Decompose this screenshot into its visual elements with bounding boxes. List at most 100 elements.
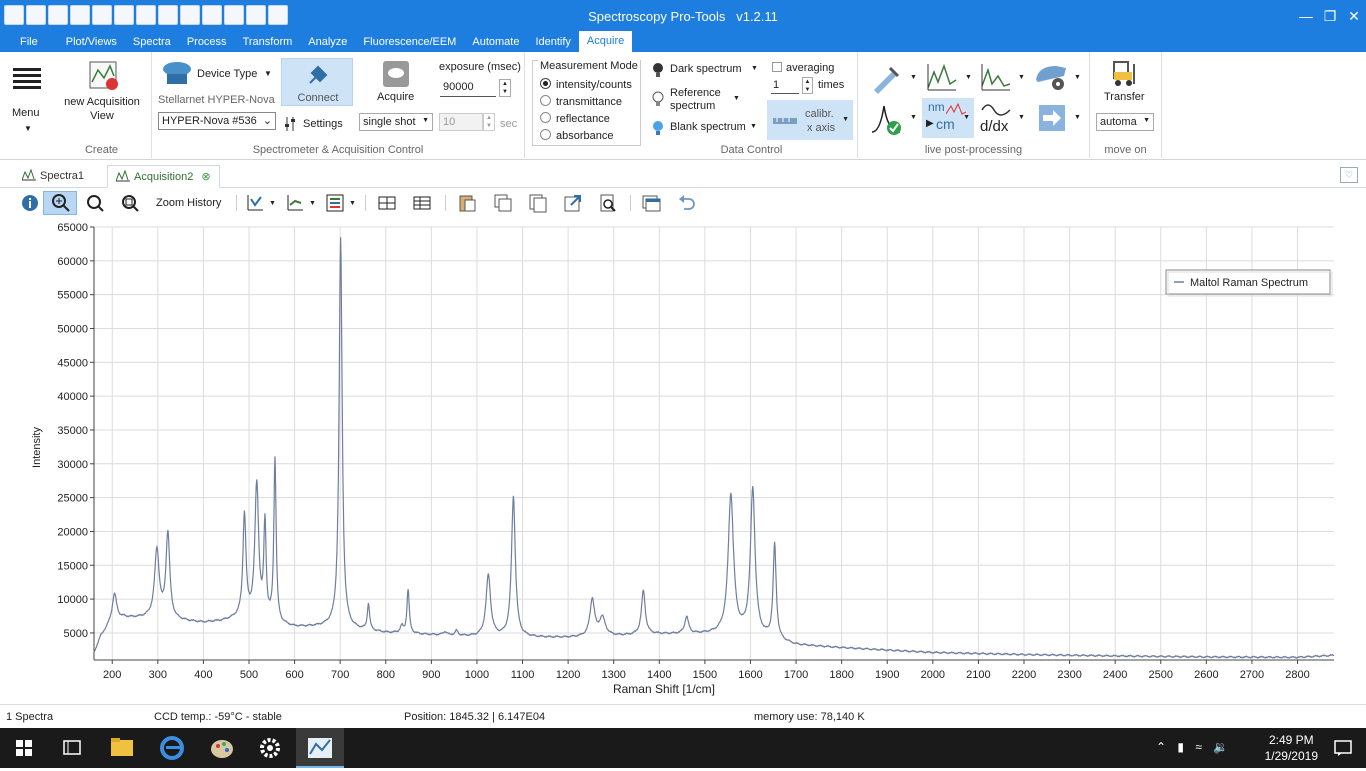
exposure-spinner[interactable]: ▲ ▼ bbox=[499, 79, 511, 97]
undo-icon[interactable] bbox=[676, 193, 696, 213]
transfer-mode-select[interactable]: automa ▼ bbox=[1096, 113, 1154, 131]
chevron-down-icon[interactable]: ▼ bbox=[751, 65, 758, 72]
spectrum-chart[interactable]: 200 300 400 500 600 700 800 900 1000 1100 1200 1300… bbox=[0, 217, 1366, 704]
zoom-fit-icon[interactable] bbox=[120, 193, 140, 213]
new-view-icon[interactable] bbox=[88, 60, 120, 92]
tab-acquisition2[interactable]: Acquisition2 ⊗ bbox=[107, 165, 220, 188]
wifi-icon[interactable]: ≈ bbox=[1195, 740, 1202, 754]
paint-button[interactable] bbox=[198, 728, 246, 768]
averaging-input[interactable]: 1 bbox=[771, 78, 799, 94]
spectroscopy-app-button[interactable] bbox=[296, 728, 344, 768]
chevron-down-icon[interactable]: ▼ bbox=[733, 95, 740, 102]
dark-spectrum-button[interactable]: Dark spectrum bbox=[670, 63, 742, 75]
radio-reflectance[interactable]: reflectance bbox=[540, 112, 610, 125]
menu-acquire[interactable]: Acquire bbox=[578, 31, 633, 52]
calibrate-x-axis-button[interactable]: calibr. x axis ▼ bbox=[767, 100, 853, 140]
task-view-button[interactable] bbox=[48, 728, 96, 768]
shot-mode-select[interactable]: single shot ▼ bbox=[359, 113, 433, 131]
clock[interactable]: 2:49 PM 1/29/2019 bbox=[1265, 732, 1318, 764]
axis-y-icon[interactable] bbox=[245, 193, 265, 213]
battery-icon[interactable]: ▮ bbox=[1177, 740, 1184, 754]
device-type-button[interactable]: Device Type bbox=[197, 68, 257, 80]
radio-transmittance[interactable]: transmittance bbox=[540, 95, 622, 108]
menu-button-label[interactable]: Menu bbox=[12, 107, 40, 119]
chevron-down-icon[interactable]: ▼ bbox=[24, 124, 32, 133]
forklift-icon[interactable] bbox=[1110, 58, 1140, 88]
spectrum-baseline-icon[interactable] bbox=[980, 62, 1012, 92]
instrument-gear-icon[interactable] bbox=[1034, 60, 1070, 92]
menu-plot-views[interactable]: Plot/Views bbox=[58, 32, 125, 52]
chevron-down-icon[interactable]: ▼ bbox=[349, 200, 356, 207]
exposure-input[interactable]: 90000 bbox=[440, 79, 496, 97]
menu-analyze[interactable]: Analyze bbox=[300, 32, 355, 52]
table-view-icon[interactable] bbox=[412, 193, 432, 213]
legend-icon[interactable] bbox=[325, 193, 345, 213]
zoom-in-button[interactable] bbox=[43, 191, 77, 215]
axis-x-icon[interactable] bbox=[285, 193, 305, 213]
chevron-down-icon[interactable]: ▼ bbox=[910, 74, 917, 81]
print-preview-icon[interactable] bbox=[598, 193, 618, 213]
radio-intensity[interactable]: intensity/counts bbox=[540, 78, 632, 91]
chevron-down-icon[interactable]: ▼ bbox=[1074, 114, 1081, 121]
averaging-spinner[interactable]: ▲ ▼ bbox=[802, 77, 813, 94]
acquire-icon[interactable] bbox=[382, 60, 410, 88]
window-layout-icon[interactable] bbox=[641, 193, 661, 213]
copy-data-icon[interactable] bbox=[528, 193, 548, 213]
close-icon[interactable]: ✕ bbox=[1342, 0, 1366, 32]
info-icon[interactable] bbox=[20, 193, 40, 213]
menu-fluorescence[interactable]: Fluorescence/EEM bbox=[355, 32, 464, 52]
chevron-down-icon[interactable]: ▼ bbox=[1074, 74, 1081, 81]
start-button[interactable] bbox=[0, 728, 48, 768]
transfer-button[interactable]: Transfer bbox=[1104, 91, 1145, 103]
pipette-icon[interactable] bbox=[870, 62, 902, 94]
chevron-down-icon[interactable]: ▼ bbox=[750, 123, 757, 130]
file-explorer-button[interactable] bbox=[98, 728, 146, 768]
volume-icon[interactable]: 🔉 bbox=[1213, 740, 1228, 754]
chevron-up-icon[interactable]: ⌃ bbox=[1156, 740, 1166, 754]
sliders-icon[interactable] bbox=[283, 116, 301, 132]
device-select[interactable]: HYPER-Nova #536 ⌄ bbox=[158, 112, 276, 130]
plot-area[interactable]: 200 300 400 500 600 700 800 900 1000 1100 1200 1300… bbox=[0, 217, 1366, 704]
unit-convert-button[interactable]: nm ▶ cm ▼ bbox=[922, 98, 974, 138]
hamburger-icon[interactable] bbox=[13, 68, 41, 90]
reference-spectrum-button[interactable]: Reference spectrum bbox=[670, 87, 732, 113]
arrow-right-icon[interactable] bbox=[1038, 104, 1066, 132]
menu-spectra[interactable]: Spectra bbox=[125, 32, 179, 52]
radio-absorbance[interactable]: absorbance bbox=[540, 129, 614, 142]
paste-icon[interactable] bbox=[457, 193, 477, 213]
edge-button[interactable] bbox=[148, 728, 196, 768]
spectrum-overlay-icon[interactable] bbox=[926, 62, 958, 92]
tab-menu-icon[interactable]: ♡ bbox=[1340, 167, 1358, 183]
zoom-history-button[interactable]: Zoom History bbox=[156, 197, 221, 209]
chevron-down-icon[interactable]: ▼ bbox=[309, 200, 316, 207]
restore-icon[interactable]: ❐ bbox=[1318, 0, 1342, 32]
settings-taskbar-button[interactable] bbox=[246, 728, 294, 768]
export-icon[interactable] bbox=[563, 193, 583, 213]
new-acquisition-view-button[interactable]: new Acquisition View bbox=[52, 95, 152, 123]
menu-process[interactable]: Process bbox=[179, 32, 235, 52]
menu-file[interactable]: File bbox=[0, 32, 58, 52]
chevron-down-icon[interactable]: ▼ bbox=[269, 200, 276, 207]
averaging-checkbox[interactable]: averaging bbox=[772, 62, 834, 74]
menu-identify[interactable]: Identify bbox=[527, 32, 578, 52]
derivative-label[interactable]: d/dx bbox=[980, 118, 1008, 135]
notifications-icon[interactable] bbox=[1334, 739, 1352, 757]
chevron-down-icon[interactable]: ▼ bbox=[910, 114, 917, 121]
menu-automate[interactable]: Automate bbox=[464, 32, 527, 52]
blank-spectrum-button[interactable]: Blank spectrum bbox=[670, 121, 746, 133]
chevron-down-icon[interactable]: ▼ bbox=[264, 69, 272, 78]
device-icon[interactable] bbox=[161, 60, 193, 88]
derivative-icon[interactable] bbox=[980, 100, 1012, 116]
minimize-icon[interactable]: — bbox=[1294, 0, 1318, 32]
connect-button[interactable]: Connect bbox=[281, 58, 353, 106]
chevron-down-icon[interactable]: ▼ bbox=[1018, 114, 1025, 121]
settings-button[interactable]: Settings bbox=[303, 118, 343, 130]
close-tab-icon[interactable]: ⊗ bbox=[201, 171, 210, 183]
chevron-down-icon[interactable]: ▼ bbox=[1018, 74, 1025, 81]
copy-image-icon[interactable] bbox=[493, 193, 513, 213]
acquire-button[interactable]: Acquire bbox=[377, 91, 414, 103]
grid-toggle-icon[interactable] bbox=[377, 193, 397, 213]
peak-fit-icon[interactable] bbox=[870, 102, 904, 136]
menu-transform[interactable]: Transform bbox=[235, 32, 301, 52]
tab-spectra1[interactable]: Spectra1 bbox=[14, 165, 92, 188]
